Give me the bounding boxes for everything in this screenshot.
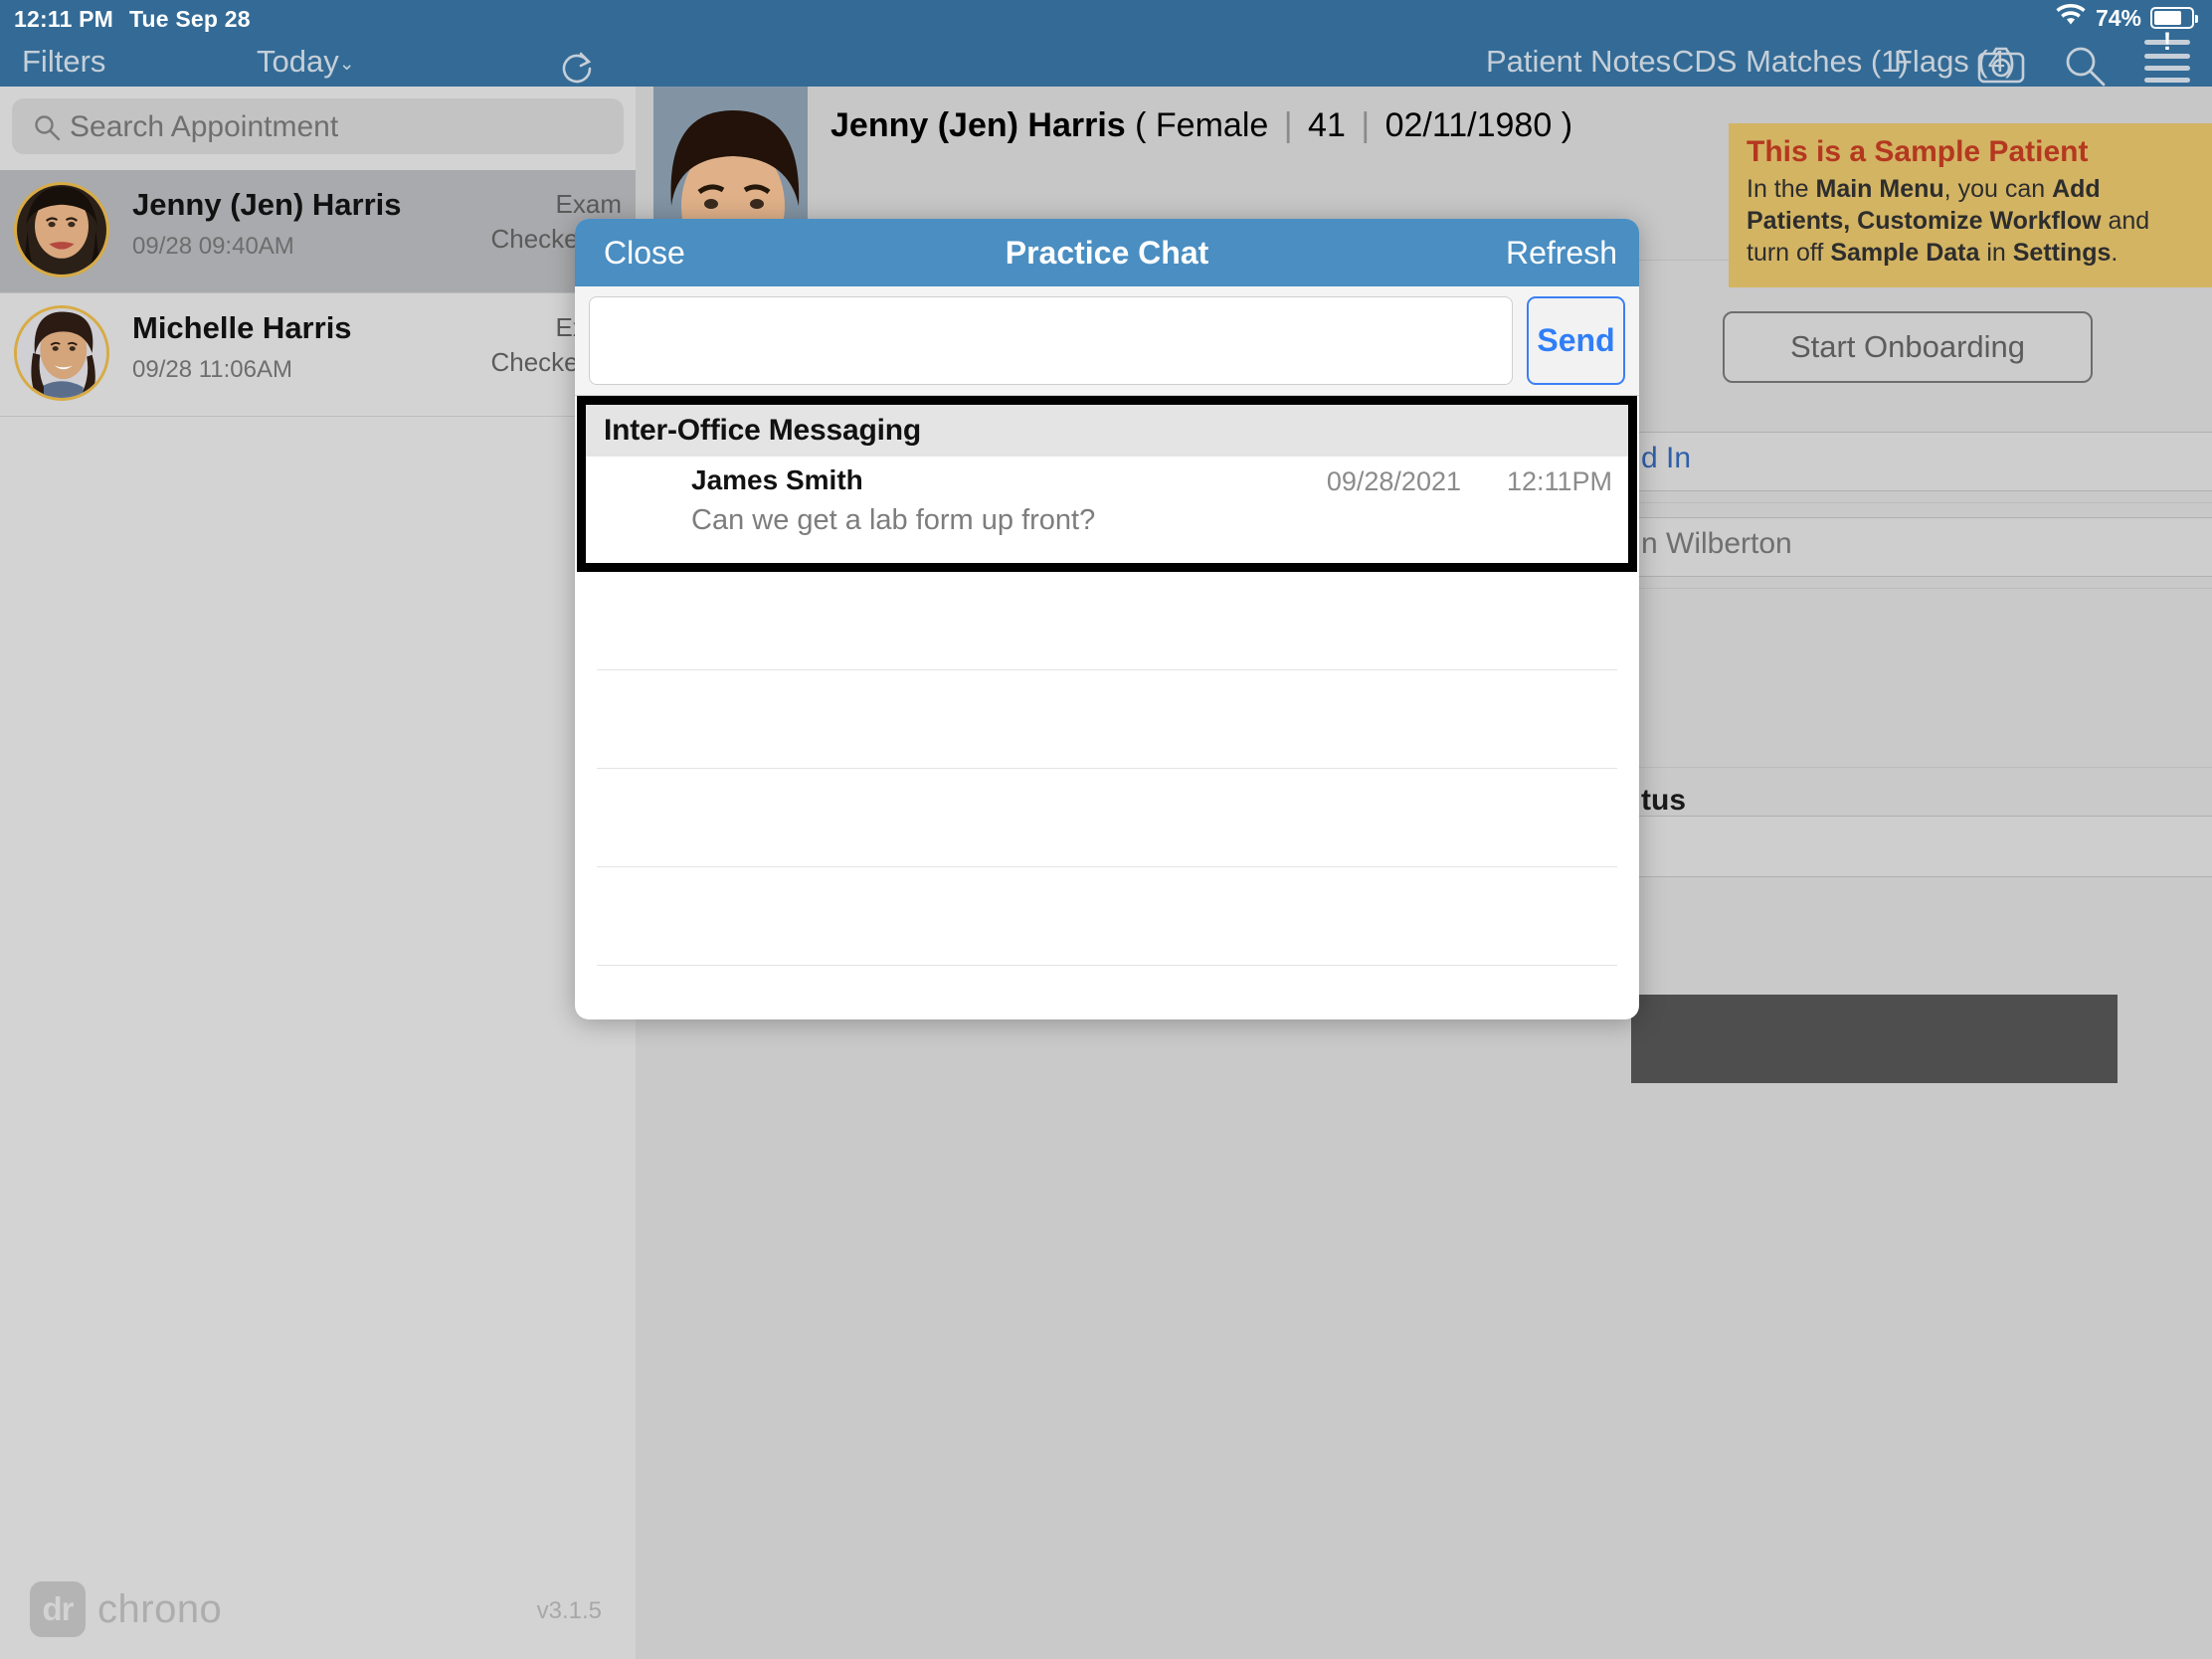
send-button[interactable]: Send [1527,296,1625,385]
wifi-icon [2055,3,2087,33]
list-item [597,769,1617,867]
navbar-icons: ! [1977,29,2190,92]
tab-patient-notes[interactable]: Patient Notes [1486,44,1671,80]
message-body: Can we get a lab form up front? [691,504,1096,536]
refresh-button[interactable]: Refresh [1506,235,1617,272]
appointment-row-jenny-harris[interactable]: Jenny (Jen) Harris 09/28 09:40AM Exam Ch… [0,170,636,293]
drchrono-badge: dr [30,1581,86,1637]
page-title: Jenny (Jen) Harris ( Female | 41 | 02/11… [830,106,1572,145]
patient-navbar: Patient Notes CDS Matches (1) Flags (4) [636,29,2212,87]
appointment-name: Jenny (Jen) Harris [132,187,402,222]
callout-sample-data: Sample Data [1830,239,1980,267]
callout-t5: in [1979,239,2013,267]
status-field-row[interactable]: tus [1392,768,2212,887]
search-icon[interactable] [2063,44,2107,92]
callout-patients-customize: Patients, Customize Workflow [1747,207,2102,235]
battery-percent-label: 74% [2095,4,2141,31]
refresh-icon[interactable] [557,48,597,88]
paren-open: ( [1135,106,1147,144]
practice-chat-modal: Close Practice Chat Refresh Send Inter-O… [575,219,1639,1019]
avatar-photo [17,185,106,275]
callout-t6: . [2111,239,2119,267]
section-header: Inter-Office Messaging [586,405,1628,457]
search-input[interactable]: Search Appointment [12,98,624,154]
callout-body: In the Main Menu, you can Add Patients, … [1747,173,2196,269]
compose-area: Send [575,286,1639,396]
status-bar-time: 12:11 PM [14,6,114,32]
modal-title: Practice Chat [1005,235,1209,271]
hamburger-menu-icon[interactable]: ! [2144,29,2190,86]
avatar [14,305,109,401]
list-item [597,867,1617,966]
status-bar-left: 12:11 PM Tue Sep 28 [0,0,636,36]
tab-cds-matches[interactable]: CDS Matches (1) [1672,44,1909,80]
avatar-photo [17,308,106,398]
callout-main-menu: Main Menu [1815,175,1944,203]
list-item [597,572,1617,670]
appointment-status-line1: Exam [555,189,622,219]
checked-in-field-row[interactable]: d In [1392,418,2212,503]
appointment-name: Michelle Harris [132,310,352,345]
brand-logo: dr chrono [30,1581,222,1637]
app-version: v3.1.5 [536,1597,602,1624]
appointment-time: 09/28 11:06AM [132,356,293,383]
status-bar-date: Tue Sep 28 [129,6,251,32]
callout-t2: , you can [1943,175,2053,203]
patient-gender: Female [1155,106,1269,144]
message-time: 12:11PM [1506,466,1612,496]
sample-patient-callout: This is a Sample Patient In the Main Men… [1729,123,2212,287]
dark-banner [1631,995,2118,1083]
spacer-field-row [1631,589,2212,768]
appointment-row-michelle-harris[interactable]: Michelle Harris 09/28 11:06AM Exam Check… [0,293,636,417]
message-author: James Smith [691,464,863,495]
callout-t3: and [2101,207,2150,235]
message-item[interactable]: James Smith 09/28/2021 12:11PM Can we ge… [586,457,1628,563]
search-icon [32,112,62,147]
app-root: 12:11 PM Tue Sep 28 Filters Today⌄ Searc… [0,0,2212,1659]
patient-age: 41 [1308,106,1346,144]
appointment-time: 09/28 09:40AM [132,233,294,260]
separator: | [1283,106,1293,144]
callout-title: This is a Sample Patient [1747,135,2089,168]
start-onboarding-button[interactable]: Start Onboarding [1723,311,2093,383]
callout-add: Add [2052,175,2101,203]
drchrono-wordmark: chrono [97,1586,223,1631]
appointments-navbar: Filters Today⌄ [0,36,636,87]
callout-t1: In the [1747,175,1816,203]
status-bar-indicators: 74% [2055,3,2198,33]
checked-in-value: d In [1641,442,1692,474]
camera-icon[interactable] [1977,46,2025,91]
modal-titlebar: Close Practice Chat Refresh [575,219,1639,286]
search-placeholder: Search Appointment [70,110,339,143]
avatar [14,182,109,277]
patient-dob: 02/11/1980 [1384,106,1553,144]
search-container: Search Appointment [0,87,636,170]
today-dropdown[interactable]: Today⌄ [257,44,355,80]
list-item [597,966,1617,1019]
battery-icon [2150,7,2198,29]
callout-t4: turn off [1747,239,1831,267]
chevron-down-icon: ⌄ [338,54,355,75]
empty-message-list [575,572,1639,990]
list-item [597,670,1617,769]
today-label: Today [257,44,339,79]
provider-value: n Wilberton [1641,527,1792,560]
provider-field-row[interactable]: n Wilberton [1392,503,2212,589]
status-bar-right: 74% [636,0,2212,36]
filters-button[interactable]: Filters [22,44,105,80]
inter-office-messaging-section: Inter-Office Messaging James Smith 09/28… [577,396,1637,572]
message-date: 09/28/2021 [1326,466,1461,496]
status-field-label: tus [1641,784,1686,817]
patient-name: Jenny (Jen) Harris [830,106,1126,144]
paren-close: ) [1561,106,1573,144]
separator: | [1361,106,1371,144]
callout-settings: Settings [2012,239,2112,267]
appointments-panel: 12:11 PM Tue Sep 28 Filters Today⌄ Searc… [0,0,636,1659]
alert-badge: ! [2144,29,2190,54]
message-input[interactable] [589,296,1513,385]
